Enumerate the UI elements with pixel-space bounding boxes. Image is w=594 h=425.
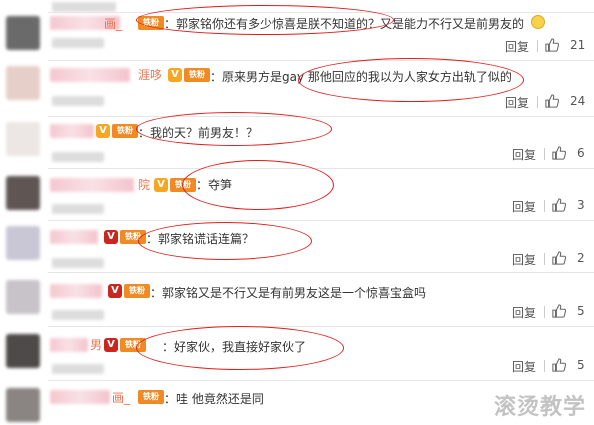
- avatar[interactable]: [6, 388, 40, 422]
- reply-button[interactable]: 回复: [505, 94, 529, 111]
- avatar[interactable]: [6, 334, 40, 368]
- like-count: 6: [577, 146, 585, 160]
- fan-badge: 铁粉: [112, 124, 138, 138]
- red-circle-annotation: [136, 112, 332, 146]
- avatar[interactable]: [6, 226, 40, 260]
- fan-badge: 铁粉: [138, 390, 164, 404]
- emoji-icon: [531, 15, 545, 29]
- thumbs-up-icon[interactable]: [552, 304, 566, 318]
- separator: [544, 148, 545, 160]
- username[interactable]: [50, 124, 94, 138]
- red-circle-annotation: [182, 160, 334, 210]
- red-circle-annotation: [138, 222, 312, 260]
- username-suffix[interactable]: 男: [90, 336, 102, 353]
- thumbs-up-icon[interactable]: [552, 358, 566, 372]
- separator: [537, 96, 538, 108]
- divider: [48, 326, 594, 327]
- username[interactable]: [50, 390, 110, 404]
- verified-badge: V: [168, 68, 182, 82]
- separator: [537, 40, 538, 52]
- separator: [544, 253, 545, 265]
- thumbs-up-icon[interactable]: [552, 198, 566, 212]
- verified-badge: V: [154, 178, 168, 192]
- verified-badge: V: [104, 338, 118, 352]
- username[interactable]: [50, 178, 134, 192]
- username-suffix[interactable]: 院: [138, 176, 150, 193]
- username[interactable]: [50, 338, 88, 352]
- red-circle-annotation: [136, 326, 344, 370]
- fan-badge: 铁粉: [184, 68, 210, 82]
- comment-time: [52, 310, 104, 320]
- username[interactable]: [50, 68, 130, 82]
- thumbs-up-icon[interactable]: [552, 146, 566, 160]
- avatar[interactable]: [6, 176, 40, 210]
- reply-button[interactable]: 回复: [512, 198, 536, 215]
- divider: [48, 380, 594, 381]
- divider: [48, 168, 594, 169]
- separator: [544, 200, 545, 212]
- username-suffix[interactable]: 涯哆: [138, 66, 162, 83]
- like-count: 5: [577, 358, 585, 372]
- comment-time: [52, 204, 104, 214]
- verified-badge: V: [96, 124, 110, 138]
- verified-badge: V: [108, 284, 122, 298]
- comment-text: ：郭家铭又是不行又是有前男友这是一个惊喜宝盒吗: [150, 286, 427, 300]
- verified-badge: V: [104, 230, 118, 244]
- reply-button[interactable]: 回复: [512, 358, 536, 375]
- avatar[interactable]: [6, 16, 40, 50]
- divider: [48, 272, 594, 273]
- separator: [544, 360, 545, 372]
- red-circle-annotation: [298, 58, 524, 102]
- like-count: 24: [570, 94, 586, 108]
- comment-time: [52, 96, 104, 106]
- divider: [48, 60, 594, 61]
- avatar[interactable]: [6, 66, 40, 100]
- comment-time: [52, 152, 104, 162]
- comment-text: ：哇 他竟然还是同: [164, 392, 264, 406]
- reply-button[interactable]: 回复: [505, 38, 529, 55]
- avatar[interactable]: [6, 122, 40, 156]
- fan-badge: 铁粉: [124, 284, 150, 298]
- thumbs-up-icon[interactable]: [545, 94, 559, 108]
- thumbs-up-icon[interactable]: [545, 38, 559, 52]
- meta-timestamp: [52, 2, 116, 12]
- avatar[interactable]: [6, 280, 40, 314]
- comment-time: [52, 38, 104, 48]
- like-count: 21: [570, 38, 586, 52]
- reply-button[interactable]: 回复: [512, 251, 536, 268]
- like-count: 3: [577, 198, 585, 212]
- comment-time: [52, 258, 104, 268]
- comment-time: [52, 364, 104, 374]
- like-count: 5: [577, 304, 585, 318]
- separator: [544, 306, 545, 318]
- username-suffix[interactable]: 画_: [104, 15, 122, 32]
- username[interactable]: [50, 284, 102, 298]
- reply-button[interactable]: 回复: [512, 304, 536, 321]
- username-suffix[interactable]: 画_: [112, 389, 130, 406]
- red-circle-annotation: [136, 5, 394, 35]
- thumbs-up-icon[interactable]: [552, 251, 566, 265]
- divider: [48, 116, 594, 117]
- like-count: 2: [577, 251, 585, 265]
- reply-button[interactable]: 回复: [512, 146, 536, 163]
- watermark: 滚烫教学: [493, 395, 586, 420]
- divider: [48, 220, 594, 221]
- username[interactable]: [50, 230, 98, 244]
